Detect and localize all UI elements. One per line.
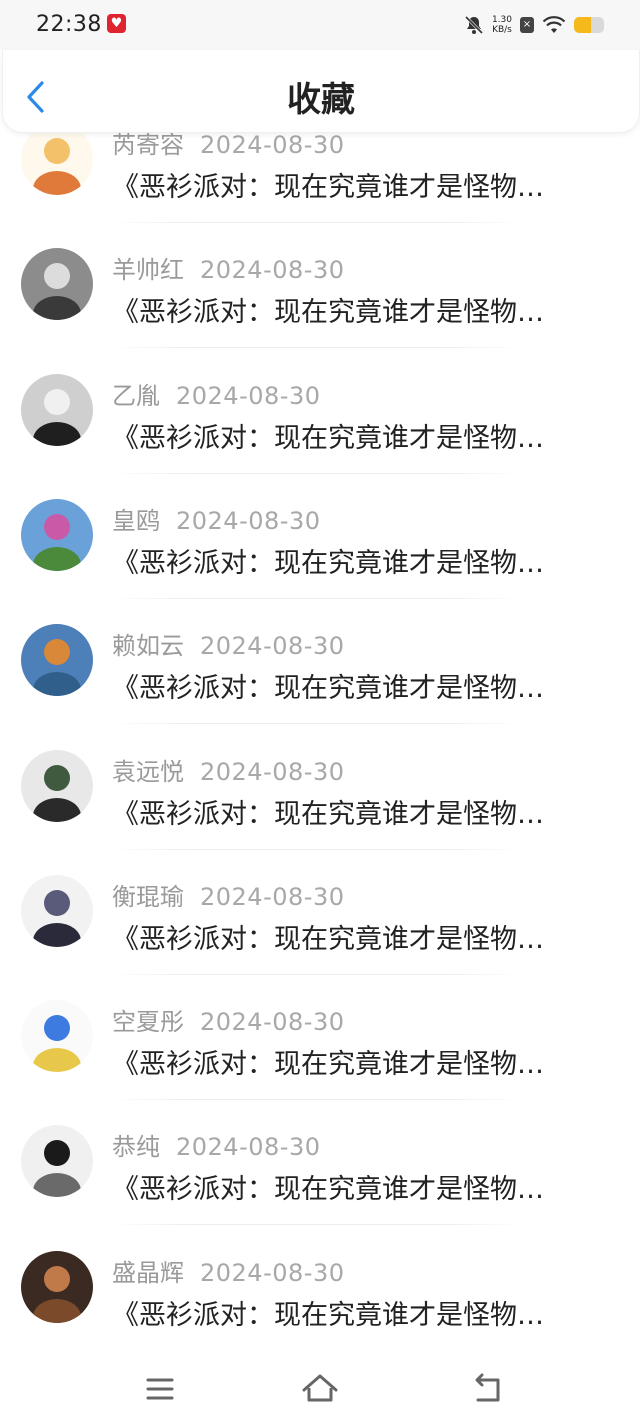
- favorite-title[interactable]: 《恶衫派对：现在究竟谁才是怪物…: [112, 1042, 602, 1081]
- avatar[interactable]: [21, 874, 93, 947]
- author-line: 盛晶辉 2024-08-30: [112, 1253, 344, 1288]
- favorite-date: 2024-08-30: [200, 256, 345, 285]
- favorite-date: 2024-08-30: [176, 381, 321, 410]
- divider: [112, 723, 522, 725]
- avatar[interactable]: [21, 1125, 93, 1198]
- divider: [112, 597, 522, 599]
- avatar[interactable]: [21, 1250, 93, 1323]
- avatar[interactable]: [21, 749, 93, 822]
- favorite-date: 2024-08-30: [200, 757, 345, 786]
- favorite-date: 2024-08-30: [176, 506, 321, 535]
- author-name: 衡琨瑜: [112, 882, 184, 911]
- divider: [112, 222, 522, 223]
- author-name: 袁远悦: [112, 757, 184, 786]
- author-line: 羊帅红 2024-08-30: [112, 250, 344, 285]
- author-name: 赖如云: [112, 632, 184, 661]
- author-name: 乙胤: [112, 381, 160, 410]
- favorite-date: 2024-08-30: [200, 131, 345, 159]
- author-name: 皇鸥: [112, 506, 160, 535]
- author-line: 皇鸥 2024-08-30: [112, 501, 320, 536]
- favorite-title[interactable]: 《恶衫派对：现在究竟谁才是怪物…: [112, 1293, 602, 1332]
- home-icon[interactable]: [300, 1372, 340, 1406]
- author-name: 盛晶辉: [112, 1258, 184, 1287]
- author-line: 袁远悦 2024-08-30: [112, 752, 344, 787]
- favorite-date: 2024-08-30: [200, 1008, 345, 1037]
- author-name: 羊帅红: [112, 256, 184, 285]
- favorite-date: 2024-08-30: [176, 1133, 321, 1162]
- system-nav-bar: [0, 1352, 640, 1427]
- favorite-title[interactable]: 《恶衫派对：现在究竟谁才是怪物…: [112, 666, 602, 705]
- author-line: 赖如云 2024-08-30: [112, 626, 344, 661]
- favorite-title[interactable]: 《恶衫派对：现在究竟谁才是怪物…: [112, 165, 602, 204]
- author-line: 恭纯 2024-08-30: [112, 1127, 320, 1162]
- author-name: 空夏彤: [112, 1008, 184, 1037]
- divider: [112, 347, 522, 349]
- author-line: 衡琨瑜 2024-08-30: [112, 877, 344, 912]
- favorite-title[interactable]: 《恶衫派对：现在究竟谁才是怪物…: [112, 290, 602, 329]
- avatar[interactable]: [21, 1000, 93, 1073]
- avatar[interactable]: [21, 498, 93, 571]
- page-title: 收藏: [287, 80, 355, 120]
- favorite-title[interactable]: 《恶衫派对：现在究竟谁才是怪物…: [112, 1167, 602, 1206]
- divider: [112, 1099, 522, 1101]
- page-header: 收藏: [2, 50, 640, 133]
- author-name: 恭纯: [112, 1133, 160, 1162]
- favorite-date: 2024-08-30: [200, 882, 345, 911]
- favorite-title[interactable]: 《恶衫派对：现在究竟谁才是怪物…: [112, 416, 602, 455]
- favorite-title[interactable]: 《恶衫派对：现在究竟谁才是怪物…: [112, 792, 602, 831]
- divider: [112, 973, 522, 975]
- divider: [112, 472, 522, 474]
- back-arrow-icon[interactable]: [468, 1372, 508, 1406]
- avatar[interactable]: [21, 624, 93, 697]
- avatar[interactable]: [21, 248, 93, 321]
- favorite-date: 2024-08-30: [200, 632, 345, 661]
- divider: [112, 1224, 522, 1226]
- favorite-title[interactable]: 《恶衫派对：现在究竟谁才是怪物…: [112, 541, 602, 580]
- avatar[interactable]: [21, 123, 93, 195]
- favorite-title[interactable]: 《恶衫派对：现在究竟谁才是怪物…: [112, 917, 602, 956]
- divider: [112, 848, 522, 850]
- author-line: 空夏彤 2024-08-30: [112, 1002, 344, 1037]
- author-line: 乙胤 2024-08-30: [112, 376, 320, 411]
- author-name: 芮寄容: [112, 131, 184, 159]
- favorite-date: 2024-08-30: [200, 1258, 345, 1287]
- menu-icon[interactable]: [140, 1372, 180, 1406]
- avatar[interactable]: [21, 373, 93, 446]
